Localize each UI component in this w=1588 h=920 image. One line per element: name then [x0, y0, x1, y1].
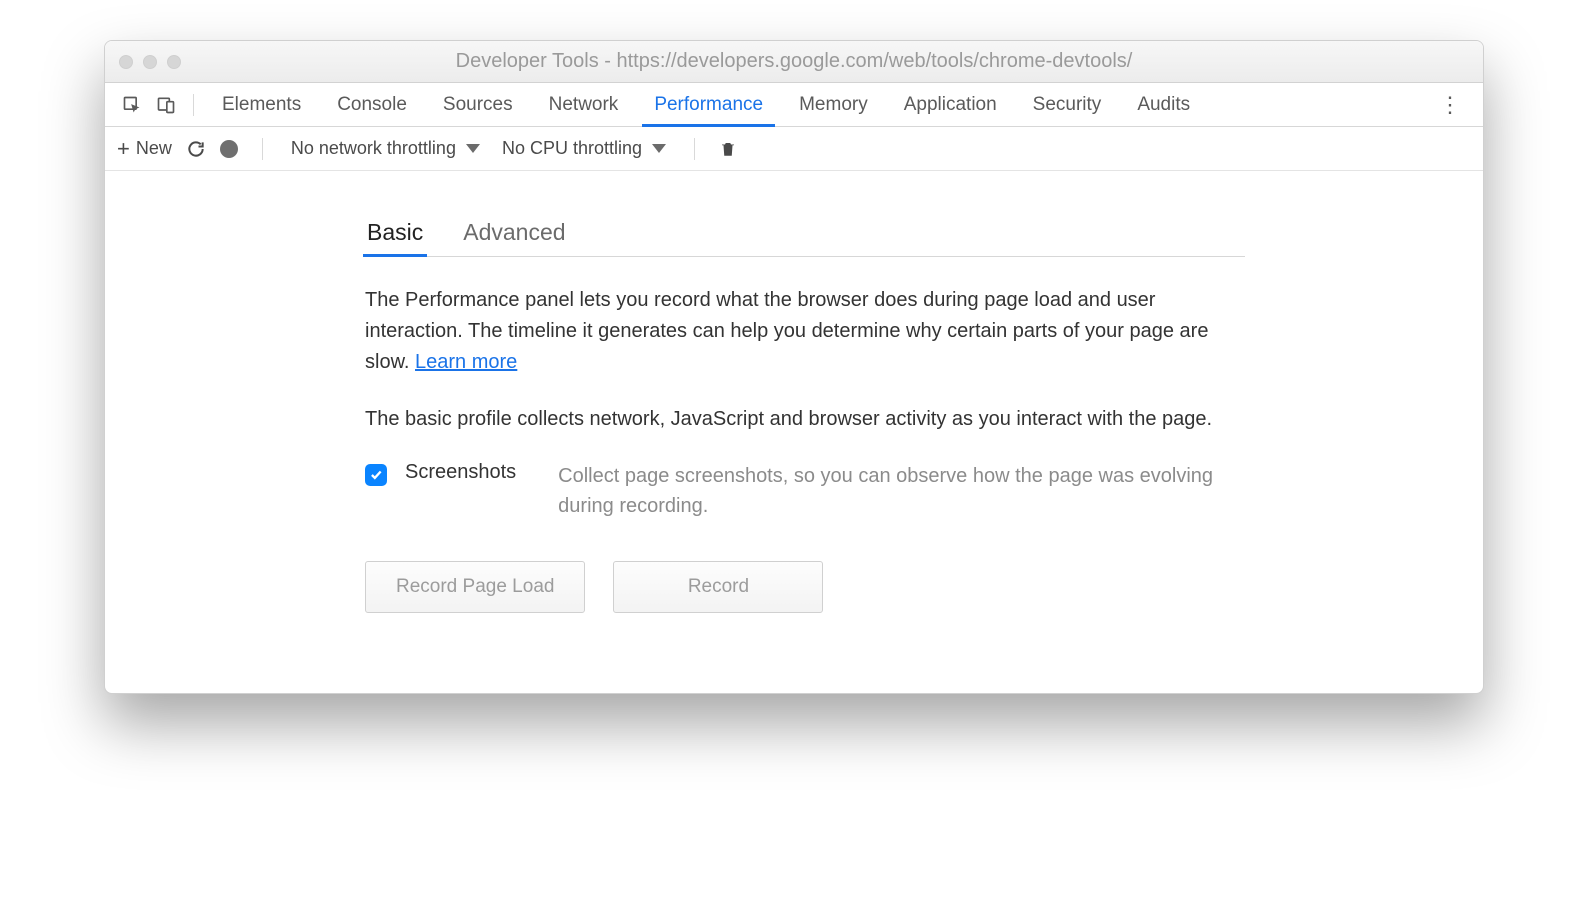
record-page-load-button[interactable]: Record Page Load: [365, 561, 585, 613]
tab-memory[interactable]: Memory: [781, 83, 886, 126]
learn-more-link[interactable]: Learn more: [415, 351, 517, 373]
screenshots-checkbox[interactable]: [365, 464, 387, 486]
screenshots-description: Collect page screenshots, so you can obs…: [558, 461, 1245, 521]
network-throttling-label: No network throttling: [291, 138, 456, 159]
divider: [262, 138, 263, 160]
chevron-down-icon: [466, 144, 480, 153]
performance-toolbar: + New No network throttling No CPU throt…: [105, 127, 1483, 171]
tab-security[interactable]: Security: [1015, 83, 1120, 126]
window-controls: [119, 55, 181, 69]
record-icon: [220, 140, 238, 158]
screenshots-label: Screenshots: [405, 461, 540, 484]
check-icon: [369, 468, 383, 482]
tab-audits[interactable]: Audits: [1119, 83, 1208, 126]
new-label: New: [136, 138, 172, 159]
close-dot[interactable]: [119, 55, 133, 69]
tab-network[interactable]: Network: [531, 83, 637, 126]
reload-icon: [186, 139, 206, 159]
more-menu-icon[interactable]: ⋮: [1427, 92, 1473, 118]
chevron-down-icon: [652, 144, 666, 153]
tab-elements[interactable]: Elements: [204, 83, 319, 126]
subtab-basic[interactable]: Basic: [365, 211, 425, 256]
panel-tabs: Elements Console Sources Network Perform…: [204, 83, 1208, 126]
performance-panel: Basic Advanced The Performance panel let…: [105, 171, 1483, 693]
reload-button[interactable]: [186, 139, 206, 159]
record-button[interactable]: [220, 140, 238, 158]
divider: [694, 138, 695, 160]
devtools-window: Developer Tools - https://developers.goo…: [104, 40, 1484, 694]
clear-button[interactable]: [719, 139, 737, 159]
divider: [193, 94, 194, 116]
devtools-tabbar: Elements Console Sources Network Perform…: [105, 83, 1483, 127]
plus-icon: +: [117, 138, 130, 160]
cpu-throttling-dropdown[interactable]: No CPU throttling: [498, 138, 670, 159]
intro-paragraph: The Performance panel lets you record wh…: [365, 285, 1245, 378]
new-button[interactable]: + New: [117, 138, 172, 160]
basic-description: The basic profile collects network, Java…: [365, 404, 1245, 435]
minimize-dot[interactable]: [143, 55, 157, 69]
tab-sources[interactable]: Sources: [425, 83, 531, 126]
profile-subtabs: Basic Advanced: [365, 211, 1245, 257]
titlebar: Developer Tools - https://developers.goo…: [105, 41, 1483, 83]
network-throttling-dropdown[interactable]: No network throttling: [287, 138, 484, 159]
action-buttons: Record Page Load Record: [365, 561, 1245, 613]
tab-console[interactable]: Console: [319, 83, 425, 126]
subtab-advanced[interactable]: Advanced: [461, 211, 567, 256]
tab-performance[interactable]: Performance: [636, 83, 781, 126]
device-toggle-icon[interactable]: [149, 88, 183, 122]
trash-icon: [719, 139, 737, 159]
zoom-dot[interactable]: [167, 55, 181, 69]
inspect-icon[interactable]: [115, 88, 149, 122]
screenshots-option: Screenshots Collect page screenshots, so…: [365, 461, 1245, 521]
record-action-button[interactable]: Record: [613, 561, 823, 613]
tab-application[interactable]: Application: [886, 83, 1015, 126]
window-title: Developer Tools - https://developers.goo…: [105, 50, 1483, 73]
cpu-throttling-label: No CPU throttling: [502, 138, 642, 159]
